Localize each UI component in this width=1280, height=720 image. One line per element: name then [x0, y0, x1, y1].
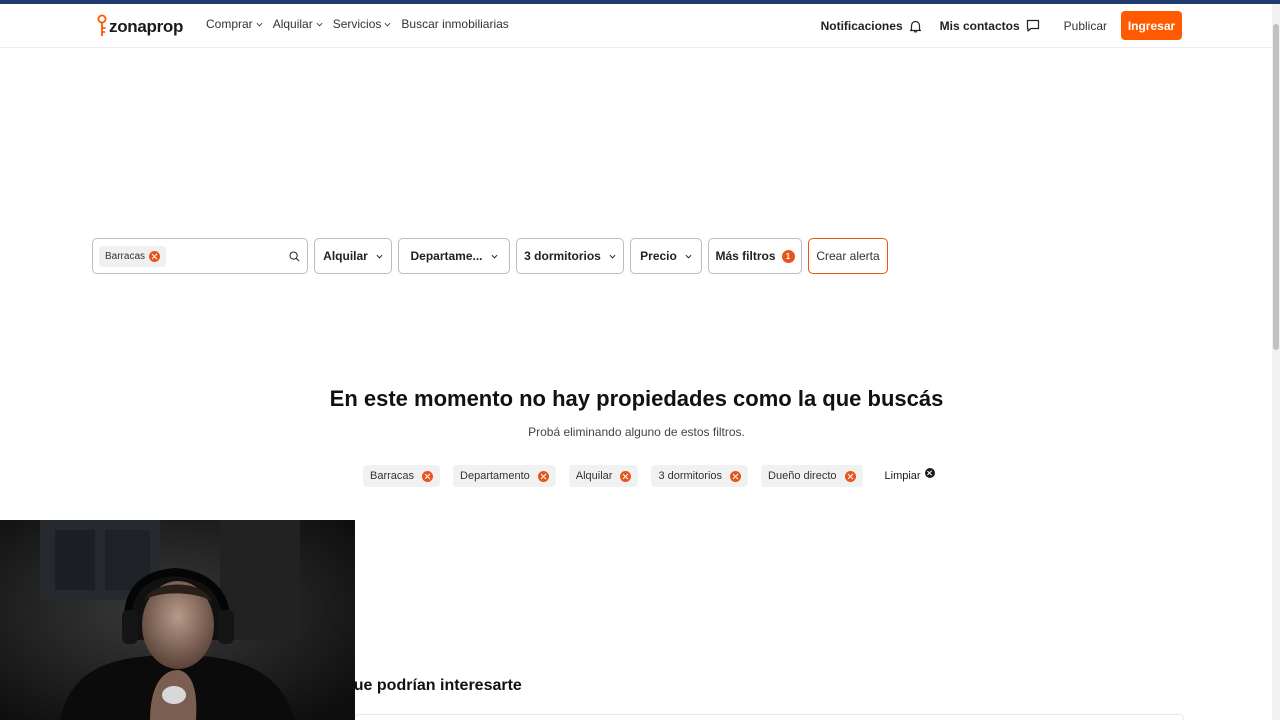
bell-icon: [909, 20, 921, 32]
active-filter-chips: Barracas Departamento Alquilar 3 dormito…: [363, 465, 935, 487]
filter-chip-dueno-directo[interactable]: Dueño directo: [761, 465, 863, 487]
remove-chip-icon[interactable]: [620, 470, 632, 482]
bedrooms-label: 3 dormitorios: [524, 249, 601, 263]
clear-icon: [924, 468, 935, 478]
chevron-down-icon: [316, 22, 323, 26]
remove-chip-icon[interactable]: [844, 470, 856, 482]
chevron-down-icon: [609, 254, 616, 259]
filter-chip-label: Barracas: [370, 470, 415, 482]
location-tag: Barracas: [99, 246, 167, 267]
filter-chip-label: Departamento: [460, 470, 530, 482]
remove-chip-icon[interactable]: [422, 470, 434, 482]
contacts-link[interactable]: Mis contactos: [940, 19, 1040, 33]
webcam-person-image: [0, 520, 355, 720]
nav-buscar-inmobiliarias-label: Buscar inmobiliarias: [401, 17, 509, 31]
price-dropdown[interactable]: Precio: [630, 238, 702, 274]
location-tag-label: Barracas: [105, 251, 146, 262]
create-alert-button[interactable]: Crear alerta: [808, 238, 888, 274]
filter-chip-label: Dueño directo: [768, 470, 837, 482]
location-search-input[interactable]: Barracas: [92, 238, 308, 274]
price-label: Precio: [640, 249, 677, 263]
webcam-overlay: [0, 520, 355, 720]
nav-alquilar-label: Alquilar: [272, 17, 313, 31]
filter-chip-label: 3 dormitorios: [658, 470, 723, 482]
nav-buscar-inmobiliarias[interactable]: Buscar inmobiliarias: [401, 17, 508, 31]
operation-dropdown[interactable]: Alquilar: [314, 238, 392, 274]
property-type-label: Departame...: [410, 249, 483, 263]
search-icon[interactable]: [289, 251, 300, 262]
main-nav: Comprar Alquilar Servicios Buscar inmobi…: [206, 17, 509, 31]
publish-link[interactable]: Publicar: [1064, 19, 1107, 33]
remove-chip-icon[interactable]: [730, 470, 742, 482]
suggestions-title: que podrían interesarte: [344, 677, 522, 694]
filter-chip-alquilar[interactable]: Alquilar: [568, 465, 639, 487]
filter-chip-departamento[interactable]: Departamento: [453, 465, 556, 487]
empty-state-subtitle: Probá eliminando alguno de estos filtros…: [528, 425, 745, 439]
remove-chip-icon[interactable]: [537, 470, 549, 482]
nav-servicios-label: Servicios: [332, 17, 382, 31]
property-type-dropdown[interactable]: Departame...: [398, 238, 510, 274]
chevron-down-icon: [376, 254, 383, 259]
zonaprop-logo[interactable]: zonaprop: [96, 12, 183, 38]
login-button[interactable]: Ingresar: [1121, 11, 1182, 40]
chevron-down-icon: [256, 22, 263, 26]
filter-chip-label: Alquilar: [575, 470, 613, 482]
nav-comprar[interactable]: Comprar: [206, 17, 263, 31]
chevron-down-icon: [685, 254, 692, 259]
contacts-label: Mis contactos: [939, 18, 1020, 33]
suggestion-card[interactable]: [354, 714, 1184, 720]
notifications-link[interactable]: Notificaciones: [821, 19, 922, 33]
nav-alquilar[interactable]: Alquilar: [273, 17, 323, 31]
remove-tag-icon[interactable]: [149, 251, 161, 262]
scrollbar-thumb[interactable]: [1273, 24, 1279, 350]
page-scrollbar[interactable]: [1272, 4, 1280, 720]
chevron-down-icon: [491, 254, 498, 259]
empty-state-title: En este momento no hay propiedades como …: [329, 386, 944, 411]
bedrooms-dropdown[interactable]: 3 dormitorios: [516, 238, 624, 274]
notifications-label: Notificaciones: [820, 18, 903, 33]
more-filters-label: Más filtros: [715, 249, 776, 263]
nav-comprar-label: Comprar: [206, 17, 253, 31]
logo-key-icon: [97, 14, 107, 36]
logo-text: zonaprop: [109, 17, 184, 36]
operation-label: Alquilar: [323, 249, 368, 263]
filter-chip-dormitorios[interactable]: 3 dormitorios: [651, 465, 749, 487]
chevron-down-icon: [384, 22, 391, 26]
nav-servicios[interactable]: Servicios: [333, 17, 392, 31]
site-header: zonaprop Comprar Alquilar Servicios Busc…: [0, 4, 1272, 48]
more-filters-count-badge: 1: [781, 249, 795, 263]
filter-chip-barracas[interactable]: Barracas: [363, 465, 441, 487]
more-filters-button[interactable]: Más filtros 1: [708, 238, 802, 274]
clear-filters-label: Limpiar: [884, 470, 921, 482]
filter-bar: Barracas Alquilar Departame... 3 dormito…: [92, 238, 888, 274]
clear-filters-button[interactable]: Limpiar: [884, 468, 935, 482]
chat-icon: [1026, 19, 1039, 32]
user-nav: Notificaciones Mis contactos Publicar In…: [821, 11, 1182, 40]
